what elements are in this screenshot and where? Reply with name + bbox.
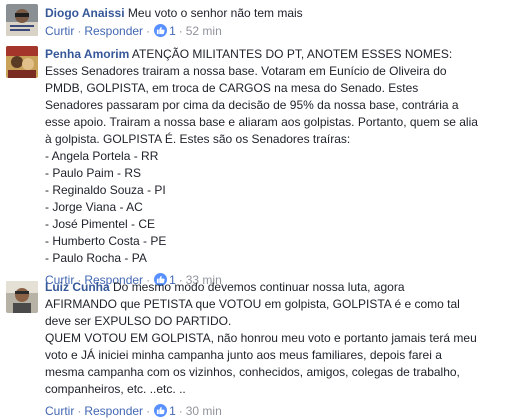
like-icon[interactable] (154, 24, 168, 37)
comment-author[interactable]: Penha Amorim (45, 47, 129, 61)
comment-text-line: deve ser EXPULSO DO PARTIDO. (45, 314, 232, 328)
separator-dot: · (77, 24, 82, 38)
comment-text-line: - Humberto Costa - PE (45, 234, 167, 248)
comment-actions: Curtir · Responder · 1 · 30 min (45, 403, 499, 420)
avatar[interactable] (6, 46, 38, 78)
comment-actions: Curtir · Responder · 1 · 52 min (45, 23, 499, 40)
reply-link[interactable]: Responder (84, 24, 143, 38)
avatar[interactable] (6, 4, 38, 36)
like-icon[interactable] (154, 404, 168, 417)
separator-dot: · (178, 404, 183, 418)
like-count[interactable]: 1 (169, 404, 176, 418)
comment-text-line: Esses Senadores trairam a nossa base. Vo… (45, 64, 447, 78)
separator-dot: · (146, 24, 151, 38)
comment-text-line: PMDB, GOLPISTA, em troca de CARGOS na me… (45, 81, 419, 95)
comment-author[interactable]: Luiz Cunha (45, 280, 110, 294)
comment-text-line: Meu voto o senhor não tem mais (127, 6, 303, 20)
like-link[interactable]: Curtir (45, 24, 74, 38)
comment-timestamp[interactable]: 30 min (186, 404, 222, 418)
comment-text-line: AFIRMANDO que PETISTA que VOTOU em golpi… (45, 297, 460, 311)
comment-text-line: esse apoio. Trairam a nossa base e aliar… (45, 115, 478, 129)
comment-text-line: QUEM VOTOU EM GOLPISTA, não honrou meu v… (45, 331, 477, 345)
comment-text-line: mesma campanha com os vizinhos, conhecid… (45, 365, 460, 379)
comment-author[interactable]: Diogo Anaissi (45, 6, 125, 20)
comment-text-line: - Angela Portela - RR (45, 149, 159, 163)
separator-dot: · (146, 404, 151, 418)
comment-text-line: ATENÇÃO MILITANTES DO PT, ANOTEM ESSES N… (131, 47, 453, 61)
comment-text-line: - Jorge Viana - AC (45, 200, 143, 214)
comment-text-line: Do mesmo modo devemos continuar nossa lu… (113, 280, 405, 294)
like-count[interactable]: 1 (169, 24, 176, 38)
comment-text-line: à golpista. GOLPISTA É. Estes são os Sen… (45, 132, 351, 146)
separator-dot: · (77, 404, 82, 418)
comment-text-line: companheiros, etc. ..etc. .. (45, 382, 186, 396)
comment-text-line: - Paulo Rocha - PA (45, 251, 147, 265)
comment-text-line: - Paulo Paim - RS (45, 166, 142, 180)
avatar[interactable] (6, 281, 38, 313)
separator-dot: · (178, 24, 183, 38)
reply-link[interactable]: Responder (84, 404, 143, 418)
comment-text-line: Senadores passaram por cima da decisão d… (45, 98, 459, 112)
comment-text-line: voto e JÁ iniciei minha campanha junto a… (45, 348, 442, 362)
comment-text-line: - Reginaldo Souza - PI (45, 183, 166, 197)
comment-timestamp[interactable]: 52 min (186, 24, 222, 38)
comment-text-line: - José Pimentel - CE (45, 217, 156, 231)
like-link[interactable]: Curtir (45, 404, 74, 418)
